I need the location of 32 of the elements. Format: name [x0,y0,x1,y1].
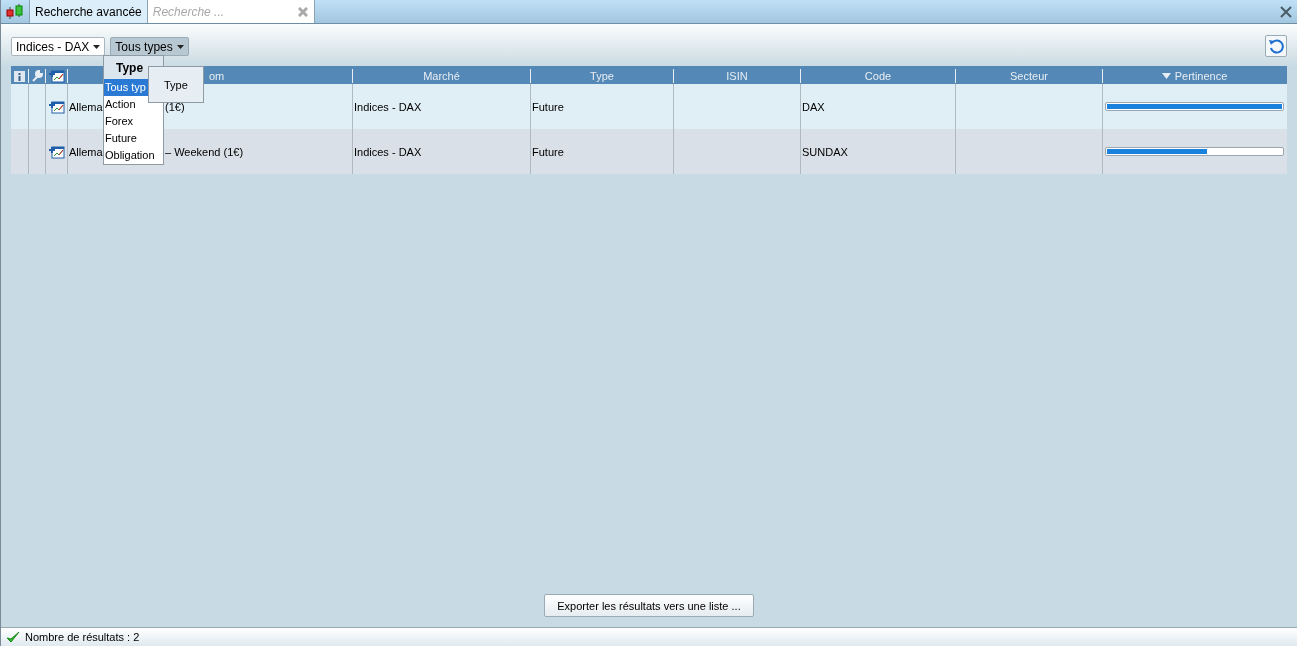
check-icon [6,631,20,643]
menu-item[interactable]: Forex [104,113,163,130]
caret-icon [176,44,184,49]
table-cell: DAX [802,100,825,113]
search-field[interactable]: Recherche ... [146,0,315,23]
table-cell: Allema [69,145,103,158]
table-cell: Indices - DAX [354,100,422,113]
table-cell: Allema [69,100,103,113]
refresh-button[interactable] [1265,35,1287,57]
table-cell: Future [532,100,564,113]
table-cell: – Weekend (1€) [165,145,244,158]
menu-item[interactable]: Obligation [104,147,163,164]
table-cell: Indices - DAX [354,145,422,158]
tooltip: Type [148,66,204,103]
filter-dropdown[interactable]: Tous types [110,37,189,56]
wrench-icon[interactable] [31,70,43,82]
chart-add-icon[interactable] [48,99,65,114]
tab[interactable]: Recherche avancée [29,0,147,23]
chart-add-icon[interactable] [48,144,65,159]
table-cell: (1€) [165,100,185,113]
export-button[interactable]: Exporter les résultats vers une liste ... [544,594,754,617]
table-cell: SUNDAX [802,145,848,158]
info-icon[interactable] [14,70,25,82]
filter-dropdown[interactable]: Indices - DAX [11,37,106,56]
close-icon[interactable] [1279,4,1293,19]
table-cell: Future [532,145,564,158]
status-text: Nombre de résultats : 2 [25,631,140,643]
refresh-icon [1268,38,1284,54]
sort-icon [1161,73,1171,79]
chart-add-icon[interactable] [48,69,65,83]
caret-icon [93,44,101,49]
menu-item[interactable]: Future [104,130,163,147]
